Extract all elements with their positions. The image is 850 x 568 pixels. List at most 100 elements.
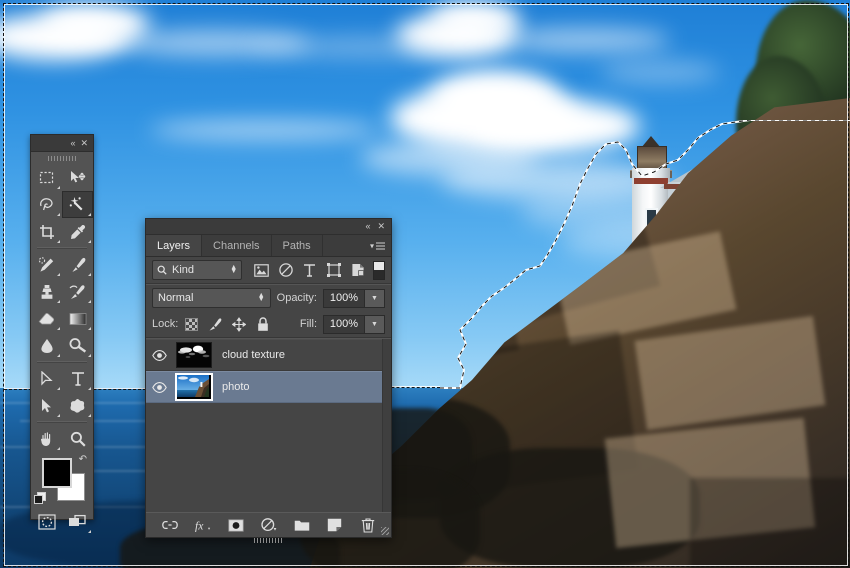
lasso-tool[interactable] bbox=[31, 191, 62, 218]
spot-healing-brush-tool[interactable] bbox=[31, 251, 62, 278]
link-layers-button[interactable] bbox=[161, 517, 178, 533]
fill-dropdown-icon[interactable]: ▼ bbox=[365, 314, 385, 334]
close-icon[interactable]: ✕ bbox=[80, 138, 88, 148]
lighthouse-roof-band bbox=[634, 178, 668, 184]
panel-menu-button[interactable]: ▾ bbox=[370, 241, 385, 250]
move-tool[interactable] bbox=[62, 164, 93, 191]
magic-wand-tool[interactable] bbox=[62, 191, 93, 218]
add-layer-style-button[interactable]: fx bbox=[195, 517, 211, 533]
tools-panel[interactable]: « ✕ ↶ bbox=[30, 134, 94, 533]
dodge-tool[interactable] bbox=[62, 332, 93, 359]
lock-transparent-pixels-button[interactable] bbox=[184, 317, 198, 331]
blend-opacity-row: Normal ▲ ▼ Opacity: 100% ▼ bbox=[146, 285, 391, 311]
crop-tool[interactable] bbox=[31, 218, 62, 245]
fill-value[interactable]: 100% bbox=[323, 314, 365, 334]
tab-channels[interactable]: Channels bbox=[202, 235, 272, 256]
path-selection-tool[interactable] bbox=[31, 392, 62, 419]
layers-list-scrollbar[interactable] bbox=[382, 339, 391, 512]
layer-thumbnail-cloud-texture[interactable] bbox=[176, 342, 212, 368]
hand-tool[interactable] bbox=[31, 425, 62, 452]
svg-text:fx: fx bbox=[195, 520, 204, 532]
photoshop-window: « ✕ ↶ « ✕ Layers Channels Paths ▾ Kind ▲… bbox=[0, 0, 850, 568]
document-canvas[interactable] bbox=[0, 0, 850, 568]
foreground-color-swatch[interactable] bbox=[42, 458, 72, 488]
opacity-label: Opacity: bbox=[276, 292, 317, 304]
gradient-tool[interactable] bbox=[62, 305, 93, 332]
tools-divider bbox=[37, 247, 87, 249]
delete-layer-button[interactable] bbox=[360, 517, 376, 533]
lock-all-button[interactable] bbox=[256, 316, 270, 331]
fill-control[interactable]: 100% ▼ bbox=[323, 314, 385, 334]
filter-type-layers-icon[interactable] bbox=[302, 263, 317, 278]
search-icon bbox=[157, 265, 167, 275]
rectangular-marquee-tool[interactable] bbox=[31, 164, 62, 191]
layer-row-cloud-texture[interactable]: cloud texture bbox=[146, 339, 391, 371]
rock-highlight bbox=[634, 315, 826, 431]
close-icon[interactable]: ✕ bbox=[377, 222, 385, 231]
custom-shape-tool[interactable] bbox=[62, 392, 93, 419]
panel-resize-handle[interactable] bbox=[381, 527, 389, 535]
menu-lines-icon bbox=[376, 242, 385, 249]
tab-paths[interactable]: Paths bbox=[272, 235, 323, 256]
grip-dots-icon bbox=[48, 155, 76, 161]
clone-stamp-tool[interactable] bbox=[31, 278, 62, 305]
collapse-icon[interactable]: « bbox=[70, 138, 75, 148]
opacity-dropdown-icon[interactable]: ▼ bbox=[365, 288, 385, 308]
tools-grid-group-2 bbox=[31, 251, 93, 359]
blend-mode-select[interactable]: Normal ▲ ▼ bbox=[152, 288, 271, 308]
layers-panel-footer: fx bbox=[146, 512, 391, 543]
default-colors-icon[interactable] bbox=[34, 492, 46, 504]
add-layer-mask-button[interactable] bbox=[227, 517, 244, 533]
layer-row-photo[interactable]: photo bbox=[146, 371, 391, 403]
eraser-tool[interactable] bbox=[31, 305, 62, 332]
screen-mode-button[interactable] bbox=[62, 508, 93, 535]
new-fill-or-adjustment-layer-button[interactable] bbox=[260, 517, 277, 533]
layer-name-photo[interactable]: photo bbox=[216, 381, 250, 393]
layer-visibility-toggle[interactable] bbox=[146, 349, 172, 361]
stepper-icon[interactable]: ▲ ▼ bbox=[230, 264, 237, 275]
stepper-icon[interactable]: ▲ ▼ bbox=[258, 292, 265, 303]
lock-image-pixels-button[interactable] bbox=[208, 317, 222, 331]
tools-panel-grip[interactable] bbox=[31, 152, 93, 164]
layer-name-cloud-texture[interactable]: cloud texture bbox=[216, 349, 285, 361]
layers-list[interactable]: cloud texture photo bbox=[146, 339, 391, 512]
blur-tool[interactable] bbox=[31, 332, 62, 359]
swap-colors-icon[interactable]: ↶ bbox=[79, 454, 87, 465]
filter-smart-objects-icon[interactable] bbox=[350, 263, 365, 278]
layer-thumbnail-photo[interactable] bbox=[175, 373, 213, 401]
layers-panel-header[interactable]: « ✕ bbox=[146, 219, 391, 235]
layers-panel[interactable]: « ✕ Layers Channels Paths ▾ Kind ▲ ▼ Nor… bbox=[145, 218, 392, 543]
new-layer-button[interactable] bbox=[327, 517, 343, 533]
tab-layers[interactable]: Layers bbox=[146, 235, 203, 256]
toggle-layer-filtering[interactable] bbox=[373, 260, 385, 280]
collapse-icon[interactable]: « bbox=[365, 222, 370, 231]
blend-mode-value: Normal bbox=[158, 292, 194, 304]
opacity-value[interactable]: 100% bbox=[323, 288, 365, 308]
filter-kind-select[interactable]: Kind ▲ ▼ bbox=[152, 260, 243, 280]
layers-panel-tabs: Layers Channels Paths ▾ bbox=[146, 235, 391, 257]
lock-position-button[interactable] bbox=[232, 316, 247, 332]
lock-buttons bbox=[184, 316, 270, 332]
layer-visibility-toggle[interactable] bbox=[146, 381, 172, 393]
chevron-down-icon: ▾ bbox=[369, 241, 374, 250]
layer-thumbnail-wrap[interactable] bbox=[172, 373, 216, 401]
new-group-button[interactable] bbox=[294, 517, 310, 533]
layer-thumbnail-wrap[interactable] bbox=[172, 342, 216, 368]
history-brush-tool[interactable] bbox=[62, 278, 93, 305]
tools-panel-header[interactable]: « ✕ bbox=[31, 135, 93, 152]
panel-bottom-grip[interactable] bbox=[253, 538, 284, 543]
filter-shape-layers-icon[interactable] bbox=[326, 263, 341, 278]
filter-pixel-layers-icon[interactable] bbox=[254, 263, 270, 278]
fill-label: Fill: bbox=[299, 318, 317, 330]
quick-mask-button[interactable] bbox=[31, 508, 62, 535]
filter-adjustment-layers-icon[interactable] bbox=[278, 263, 293, 278]
brush-tool[interactable] bbox=[62, 251, 93, 278]
lock-fill-row: Lock: Fill: 100% ▼ bbox=[146, 311, 391, 337]
tools-grid-group-1 bbox=[31, 164, 93, 245]
color-swatches[interactable]: ↶ bbox=[31, 452, 93, 508]
eyedropper-tool[interactable] bbox=[62, 218, 93, 245]
opacity-control[interactable]: 100% ▼ bbox=[323, 288, 385, 308]
zoom-tool[interactable] bbox=[62, 425, 93, 452]
pen-tool[interactable] bbox=[31, 365, 62, 392]
horizontal-type-tool[interactable] bbox=[62, 365, 93, 392]
